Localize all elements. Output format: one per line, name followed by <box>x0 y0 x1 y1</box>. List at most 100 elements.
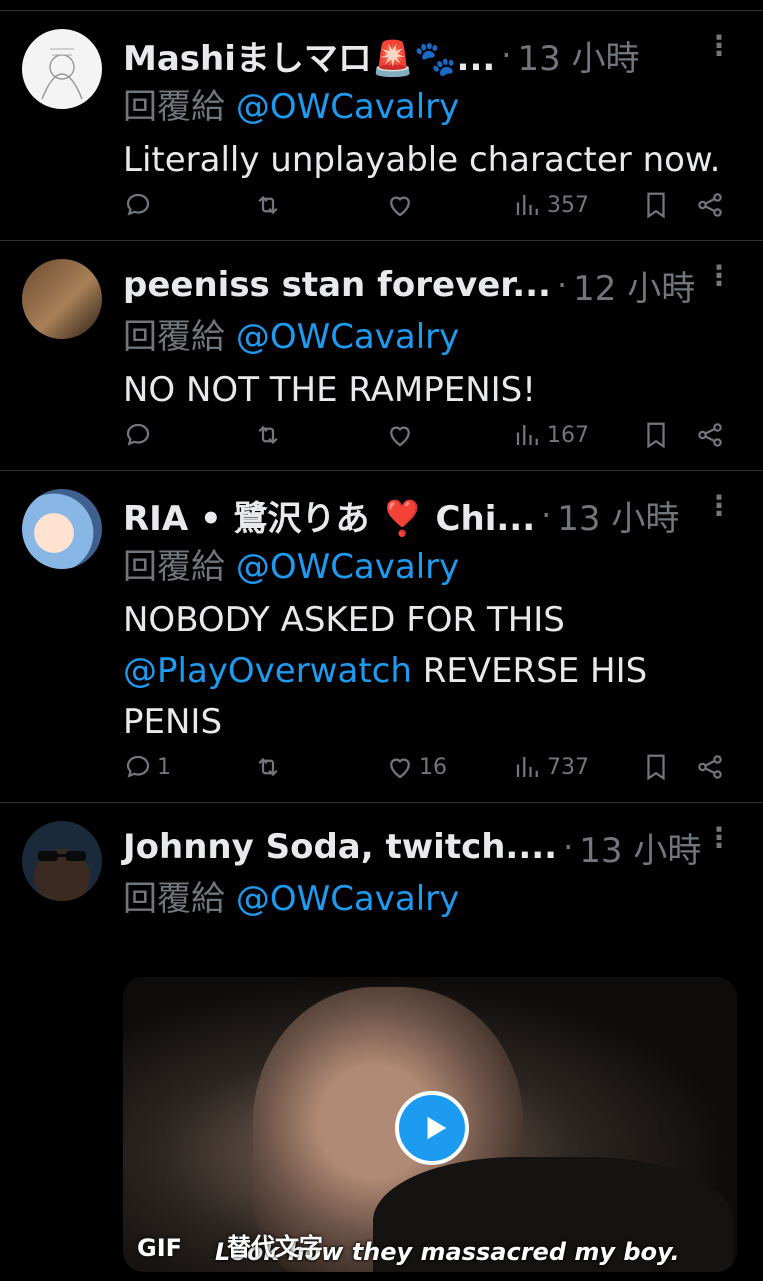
timestamp[interactable]: 12 小時 <box>573 261 695 310</box>
reply-context: 回覆給 @OWCavalry <box>123 539 459 588</box>
like-icon <box>390 196 410 217</box>
retweet-button[interactable] <box>253 420 283 450</box>
like-count: 16 <box>419 754 447 780</box>
more-icon[interactable]: ⋮ <box>705 262 733 290</box>
avatar-illustration <box>41 48 83 100</box>
bookmark-button[interactable] <box>641 752 671 782</box>
share-icon <box>698 755 722 779</box>
share-button[interactable] <box>695 190 725 220</box>
views-count: 737 <box>547 754 589 780</box>
like-icon <box>390 426 410 447</box>
reply-handle-link[interactable]: @OWCavalry <box>236 879 459 919</box>
avatar[interactable] <box>22 259 102 339</box>
reply-count: 1 <box>157 754 171 780</box>
tweet-header: peeniss stan forever... · 12 小時 <box>123 259 695 311</box>
reply-button[interactable]: 1 <box>123 752 171 782</box>
reply-button[interactable] <box>123 190 157 220</box>
tweet-text: NOBODY ASKED FOR THIS @PlayOverwatch REV… <box>123 595 737 748</box>
reply-tweet-4[interactable]: Johnny Soda, twitch.... · 13 小時 ⋮ 回覆給 @O… <box>0 803 763 1281</box>
views-count: 357 <box>547 192 589 218</box>
tweet-text-line: NOBODY ASKED FOR THIS <box>123 600 565 640</box>
display-name[interactable]: Johnny Soda, twitch.... <box>123 827 557 867</box>
retweet-icon <box>258 757 278 777</box>
reply-icon <box>126 193 150 216</box>
avatar-illustration <box>38 851 86 861</box>
bookmark-icon <box>647 754 665 781</box>
separator-dot: · <box>563 828 574 866</box>
action-bar: 1 16 737 <box>123 749 727 785</box>
avatar[interactable] <box>22 489 102 569</box>
reply-context: 回覆給 @OWCavalry <box>123 79 459 128</box>
reply-context: 回覆給 @OWCavalry <box>123 309 459 358</box>
retweet-button[interactable] <box>253 190 283 220</box>
views-button[interactable]: 167 <box>513 420 589 450</box>
reply-icon <box>126 423 150 446</box>
tweet-text-fragment: REVERSE HIS <box>411 651 648 691</box>
bookmark-icon <box>647 192 665 219</box>
tweet-header: RIA • 鷺沢りあ ❣️ Chi... · 13 小時 <box>123 489 693 541</box>
top-divider <box>0 0 763 11</box>
views-button[interactable]: 357 <box>513 190 589 220</box>
reply-prefix: 回覆給 <box>123 317 225 357</box>
share-button[interactable] <box>695 420 725 450</box>
action-bar: 357 <box>123 187 727 223</box>
views-count: 167 <box>547 422 589 448</box>
views-icon <box>516 195 538 215</box>
timestamp[interactable]: 13 小時 <box>557 491 679 540</box>
reply-icon <box>126 755 150 778</box>
bookmark-button[interactable] <box>641 420 671 450</box>
play-button[interactable] <box>395 1091 469 1165</box>
reply-tweet-2[interactable]: peeniss stan forever... · 12 小時 ⋮ 回覆給 @O… <box>0 241 763 471</box>
reply-handle-link[interactable]: @OWCavalry <box>236 317 459 357</box>
avatar[interactable] <box>22 821 102 901</box>
reply-prefix: 回覆給 <box>123 87 225 127</box>
reply-tweet-1[interactable]: Mashiましマロ🚨🐾... · 13 小時 ⋮ 回覆給 @OWCavalry … <box>0 11 763 241</box>
like-button[interactable] <box>385 420 419 450</box>
separator-dot: · <box>501 36 512 74</box>
gif-media[interactable]: Look how they massacred my boy. GIF 替代文字 <box>123 977 737 1272</box>
views-icon <box>516 757 538 777</box>
like-button[interactable] <box>385 190 419 220</box>
more-icon[interactable]: ⋮ <box>705 32 733 60</box>
share-icon <box>698 193 722 217</box>
tweet-text: NO NOT THE RAMPENIS! <box>123 370 536 410</box>
tweet-text-line: PENIS <box>123 702 223 742</box>
reply-handle-link[interactable]: @OWCavalry <box>236 547 459 587</box>
reply-context: 回覆給 @OWCavalry <box>123 871 459 920</box>
display-name[interactable]: peeniss stan forever... <box>123 265 551 305</box>
tweet-header: Johnny Soda, twitch.... · 13 小時 <box>123 821 701 873</box>
alt-text-button[interactable]: 替代文字 <box>227 1227 323 1262</box>
tweet-text-line: @PlayOverwatch REVERSE HIS <box>123 646 737 697</box>
bookmark-icon <box>647 422 665 449</box>
share-button[interactable] <box>695 752 725 782</box>
mention-link[interactable]: @PlayOverwatch <box>123 651 412 691</box>
retweet-icon <box>258 425 278 445</box>
display-name[interactable]: RIA • 鷺沢りあ ❣️ Chi... <box>123 491 535 540</box>
more-icon[interactable]: ⋮ <box>705 492 733 520</box>
like-button[interactable]: 16 <box>385 752 447 782</box>
reply-handle-link[interactable]: @OWCavalry <box>236 87 459 127</box>
timestamp[interactable]: 13 小時 <box>517 31 639 80</box>
reply-button[interactable] <box>123 420 157 450</box>
views-button[interactable]: 737 <box>513 752 589 782</box>
action-bar: 167 <box>123 417 727 453</box>
tweet-text: Literally unplayable character now. <box>123 140 721 180</box>
tweet-header: Mashiましマロ🚨🐾... · 13 小時 <box>123 29 693 81</box>
bookmark-button[interactable] <box>641 190 671 220</box>
reply-prefix: 回覆給 <box>123 547 225 587</box>
reply-prefix: 回覆給 <box>123 879 225 919</box>
display-name[interactable]: Mashiましマロ🚨🐾... <box>123 31 495 80</box>
separator-dot: · <box>541 496 552 534</box>
timestamp[interactable]: 13 小時 <box>579 823 701 872</box>
gif-badge: GIF <box>137 1234 183 1262</box>
retweet-button[interactable] <box>253 752 283 782</box>
play-icon <box>427 1116 446 1140</box>
views-icon <box>516 425 538 445</box>
avatar[interactable] <box>22 29 102 109</box>
retweet-icon <box>258 195 278 215</box>
share-icon <box>698 423 722 447</box>
like-icon <box>390 758 410 779</box>
separator-dot: · <box>556 266 568 304</box>
reply-tweet-3[interactable]: RIA • 鷺沢りあ ❣️ Chi... · 13 小時 ⋮ 回覆給 @OWCa… <box>0 471 763 803</box>
more-icon[interactable]: ⋮ <box>705 824 733 852</box>
